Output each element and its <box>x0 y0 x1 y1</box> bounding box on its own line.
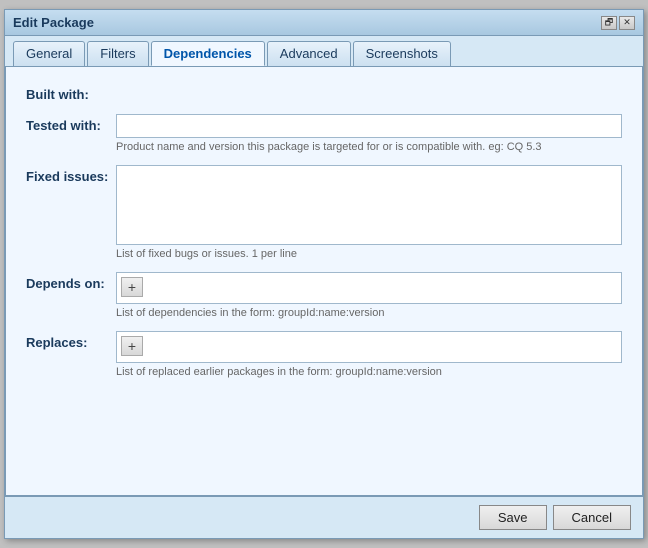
built-with-label: Built with: <box>26 83 116 102</box>
fixed-issues-row: Fixed issues: List of fixed bugs or issu… <box>26 165 622 260</box>
tab-screenshots[interactable]: Screenshots <box>353 41 451 66</box>
titlebar: Edit Package 🗗 ✕ <box>5 10 643 36</box>
tested-with-label: Tested with: <box>26 114 116 133</box>
edit-package-window: Edit Package 🗗 ✕ General Filters Depende… <box>4 9 644 539</box>
cancel-button[interactable]: Cancel <box>553 505 631 530</box>
fixed-issues-label: Fixed issues: <box>26 165 116 184</box>
replaces-label: Replaces: <box>26 331 116 350</box>
depends-on-row: Depends on: + List of dependencies in th… <box>26 272 622 319</box>
depends-on-label: Depends on: <box>26 272 116 291</box>
depends-on-add-button[interactable]: + <box>121 277 143 297</box>
tested-with-field: Product name and version this package is… <box>116 114 622 153</box>
titlebar-buttons: 🗗 ✕ <box>601 16 635 30</box>
content-area: Built with: Tested with: Product name an… <box>5 67 643 496</box>
depends-on-container: + <box>116 272 622 304</box>
tab-dependencies[interactable]: Dependencies <box>151 41 265 66</box>
replaces-add-button[interactable]: + <box>121 336 143 356</box>
fixed-issues-hint: List of fixed bugs or issues. 1 per line <box>116 248 622 260</box>
built-with-row: Built with: <box>26 83 622 102</box>
restore-button[interactable]: 🗗 <box>601 16 617 30</box>
built-with-field <box>116 83 622 87</box>
tabs-bar: General Filters Dependencies Advanced Sc… <box>5 36 643 67</box>
tested-with-hint: Product name and version this package is… <box>116 141 622 153</box>
replaces-hint: List of replaced earlier packages in the… <box>116 366 622 378</box>
replaces-row: Replaces: + List of replaced earlier pac… <box>26 331 622 378</box>
tested-with-input[interactable] <box>116 114 622 138</box>
tab-advanced[interactable]: Advanced <box>267 41 351 66</box>
save-button[interactable]: Save <box>479 505 547 530</box>
fixed-issues-field: List of fixed bugs or issues. 1 per line <box>116 165 622 260</box>
depends-on-field: + List of dependencies in the form: grou… <box>116 272 622 319</box>
tab-filters[interactable]: Filters <box>87 41 148 66</box>
built-with-value <box>116 83 622 87</box>
tab-general[interactable]: General <box>13 41 85 66</box>
replaces-field: + List of replaced earlier packages in t… <box>116 331 622 378</box>
window-title: Edit Package <box>13 15 94 30</box>
footer: Save Cancel <box>5 496 643 538</box>
replaces-container: + <box>116 331 622 363</box>
depends-on-hint: List of dependencies in the form: groupI… <box>116 307 622 319</box>
close-button[interactable]: ✕ <box>619 16 635 30</box>
tested-with-row: Tested with: Product name and version th… <box>26 114 622 153</box>
fixed-issues-textarea[interactable] <box>116 165 622 245</box>
